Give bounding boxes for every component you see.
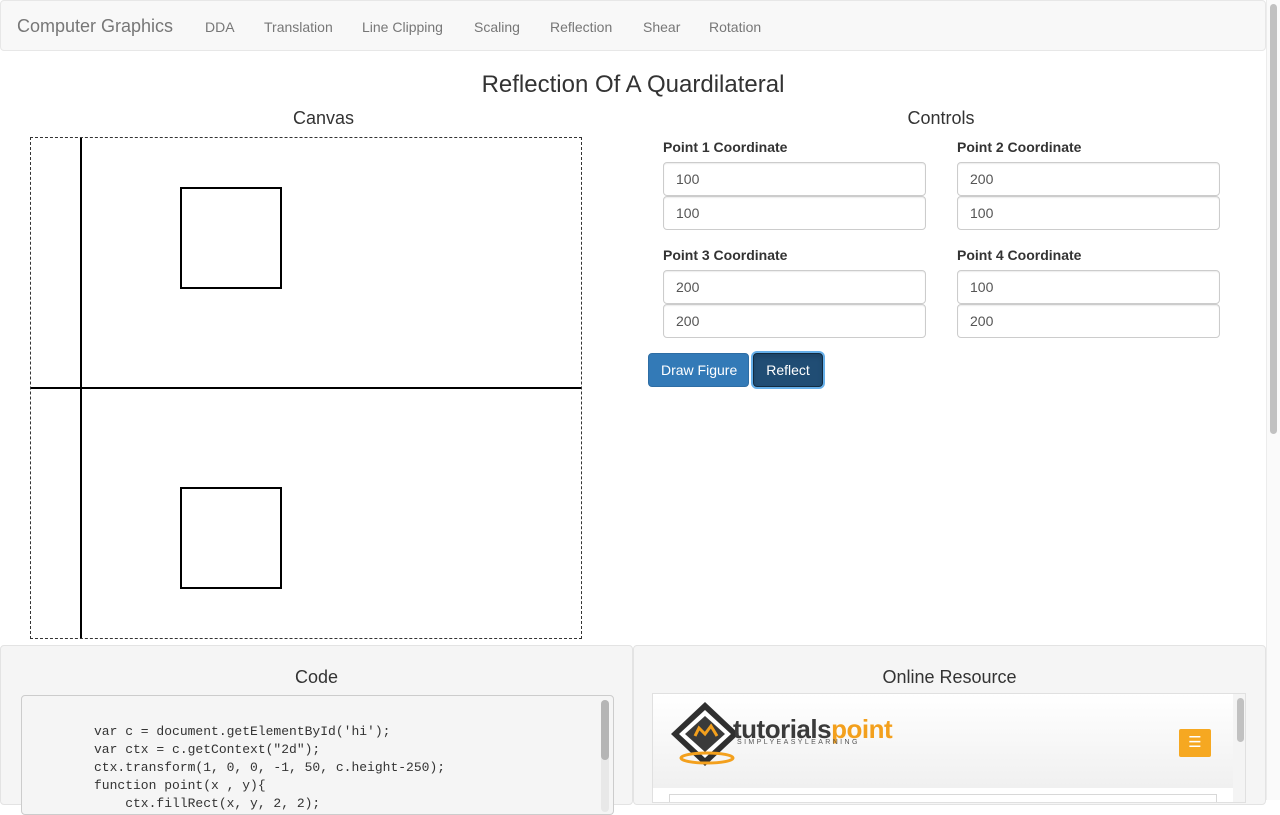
resource-search-box[interactable] (669, 794, 1217, 802)
code-line: var c = document.getElementById('hi'); (94, 724, 391, 739)
canvas-heading: Canvas (292, 108, 355, 128)
original-quadrilateral (180, 187, 282, 289)
nav-link-shear[interactable]: Shear (643, 18, 680, 36)
nav-link-scaling[interactable]: Scaling (474, 18, 520, 36)
nav-link-rotation[interactable]: Rotation (709, 18, 761, 36)
tutorialspoint-header: tutorialspoint SIMPLYEASYLEARNING ☰ (653, 694, 1233, 788)
reflect-button[interactable]: Reflect (753, 353, 823, 387)
drawing-canvas[interactable] (30, 137, 582, 639)
code-line: var ctx = c.getContext("2d"); (94, 742, 321, 757)
tutorialspoint-tagline: SIMPLYEASYLEARNING (737, 739, 860, 746)
code-scrollbar[interactable] (601, 700, 609, 812)
controls-heading: Controls (907, 108, 975, 128)
code-panel-title: Code (294, 667, 339, 687)
navbar-brand[interactable]: Computer Graphics (17, 16, 173, 36)
point3-x-input[interactable] (663, 270, 926, 304)
point2-x-input[interactable] (957, 162, 1220, 196)
tutorialspoint-logo-icon (671, 702, 739, 766)
iframe-scrollbar[interactable] (1233, 694, 1245, 802)
nav-link-translation[interactable]: Translation (264, 18, 333, 36)
code-line: function point(x , y){ (94, 778, 266, 793)
point4-label: Point 4 Coordinate (957, 247, 1082, 263)
page-scrollbar-thumb[interactable] (1270, 4, 1277, 434)
code-line: ctx.fillRect(x, y, 2, 2); (94, 796, 321, 811)
point3-y-input[interactable] (663, 304, 926, 338)
point4-y-input[interactable] (957, 304, 1220, 338)
point1-x-input[interactable] (663, 162, 926, 196)
page-scrollbar[interactable] (1266, 0, 1280, 800)
iframe-scrollbar-thumb[interactable] (1237, 698, 1244, 742)
reflected-quadrilateral (180, 487, 282, 589)
resource-panel-title: Online Resource (882, 667, 1017, 687)
point4-x-input[interactable] (957, 270, 1220, 304)
nav-link-dda[interactable]: DDA (205, 18, 235, 36)
code-textarea[interactable]: var c = document.getElementById('hi'); va… (21, 695, 614, 815)
point2-y-input[interactable] (957, 196, 1220, 230)
draw-figure-button[interactable]: Draw Figure (648, 353, 749, 387)
navbar: Computer Graphics DDA Translation Line C… (0, 0, 1266, 51)
hamburger-menu-icon[interactable]: ☰ (1179, 729, 1211, 757)
code-scrollbar-thumb[interactable] (601, 700, 609, 760)
point2-label: Point 2 Coordinate (957, 139, 1082, 155)
point1-label: Point 1 Coordinate (663, 139, 788, 155)
resource-iframe[interactable]: tutorialspoint SIMPLYEASYLEARNING ☰ (652, 693, 1246, 803)
canvas-drawing (31, 138, 581, 638)
nav-link-line-clipping[interactable]: Line Clipping (362, 18, 443, 36)
point3-label: Point 3 Coordinate (663, 247, 788, 263)
code-line: ctx.transform(1, 0, 0, -1, 50, c.height-… (94, 760, 446, 775)
point1-y-input[interactable] (663, 196, 926, 230)
page-title: Reflection Of A Quardilateral (481, 71, 785, 98)
nav-link-reflection[interactable]: Reflection (550, 18, 612, 36)
code-panel: Code var c = document.getElementById('hi… (0, 645, 633, 815)
